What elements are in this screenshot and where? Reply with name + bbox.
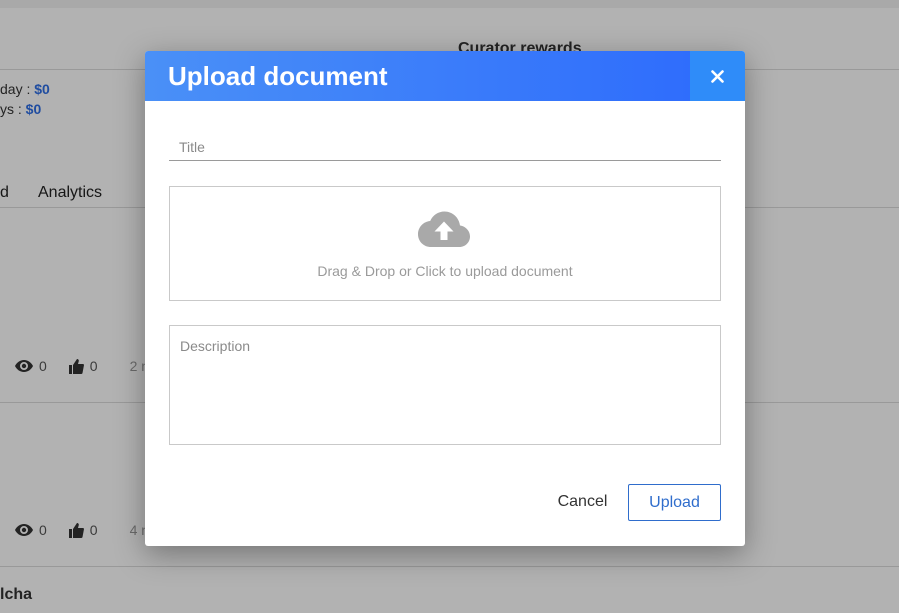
upload-button[interactable]: Upload (628, 484, 721, 521)
cloud-upload-icon (418, 211, 470, 247)
dropzone-text: Drag & Drop or Click to upload document (317, 263, 573, 279)
modal-title: Upload document (168, 61, 388, 91)
modal-header: Upload document (145, 51, 690, 101)
upload-document-modal: Upload document Drag & Drop or Click to … (145, 51, 745, 546)
close-icon (711, 69, 724, 83)
upload-dropzone[interactable]: Drag & Drop or Click to upload document (169, 186, 721, 301)
cancel-button[interactable]: Cancel (545, 484, 620, 520)
close-button[interactable] (690, 51, 745, 101)
title-input[interactable] (169, 133, 721, 161)
description-input[interactable] (169, 325, 721, 445)
